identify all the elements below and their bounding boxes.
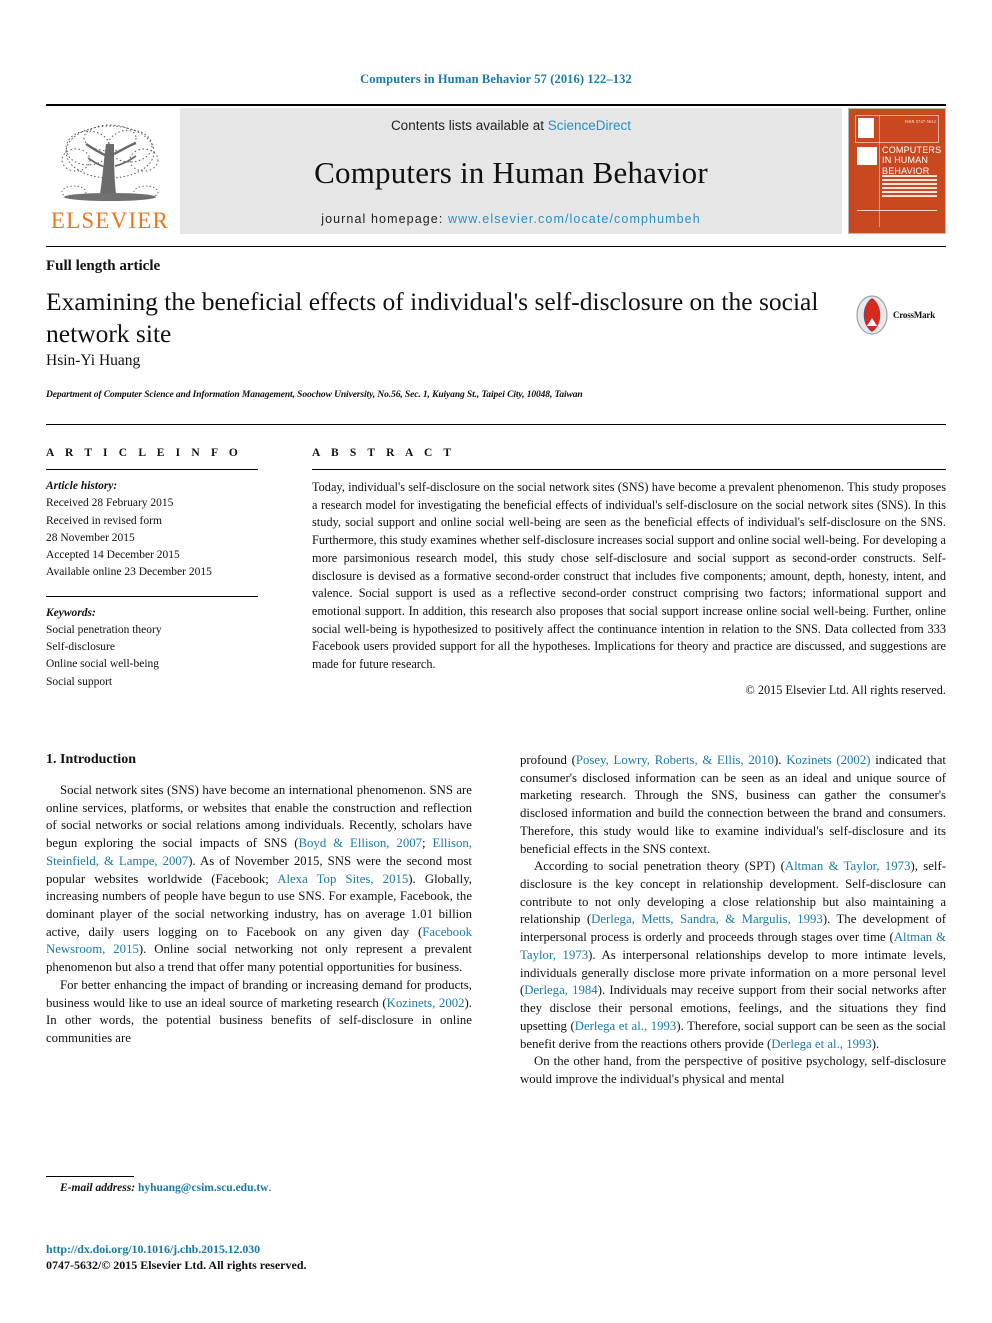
doi-link[interactable]: http://dx.doi.org/10.1016/j.chb.2015.12.… <box>46 1242 546 1257</box>
divider-above-article-type <box>46 246 946 247</box>
article-info-abstract-block: A R T I C L E I N F O Article history: R… <box>46 424 946 698</box>
email-label: E-mail address: <box>60 1182 136 1194</box>
section-heading-introduction: 1. Introduction <box>46 752 136 767</box>
citation-link[interactable]: Kozinets, 2002 <box>387 996 465 1010</box>
article-type: Full length article <box>46 258 161 274</box>
paragraph: For better enhancing the impact of brand… <box>46 977 472 1046</box>
left-column: 1. Introduction Social network sites (SN… <box>46 752 472 1089</box>
author-list: Hsin-Yi Huang <box>46 352 141 369</box>
cover-elsevier-mark <box>858 118 874 138</box>
issn-copyright-line: 0747-5632/© 2015 Elsevier Ltd. All right… <box>46 1258 307 1272</box>
email-footnote: E-mail address: hyhuang@csim.scu.edu.tw. <box>60 1182 272 1194</box>
footnote-rule <box>46 1176 134 1177</box>
abstract-heading: A B S T R A C T <box>312 447 456 459</box>
paragraph: According to social penetration theory (… <box>520 859 947 1051</box>
cover-title: COMPUTERS IN HUMAN BEHAVIOR <box>882 145 942 176</box>
journal-band: Contents lists available at ScienceDirec… <box>180 108 842 234</box>
crossmark-icon <box>856 295 888 335</box>
journal-title: Computers in Human Behavior <box>314 154 708 190</box>
cover-text-lines <box>882 175 937 199</box>
journal-homepage-link[interactable]: www.elsevier.com/locate/comphumbeh <box>448 212 701 226</box>
journal-masthead: ELSEVIER Contents lists available at Sci… <box>46 104 946 234</box>
cover-issn: ISSN 0747-5632 <box>904 119 936 124</box>
paper-page: Computers in Human Behavior 57 (2016) 12… <box>0 0 992 1323</box>
homepage-prefix: journal homepage: <box>321 212 449 226</box>
journal-cover-thumbnail: ISSN 0747-5632 COMPUTERS IN HUMAN BEHAVI… <box>848 108 946 234</box>
citation-link[interactable]: Posey, Lowry, Roberts, & Ellis, 2010 <box>576 753 774 767</box>
keyword-item: Online social well-being <box>46 658 160 671</box>
article-history-label: Article history: <box>46 480 118 492</box>
history-item: Accepted 14 December 2015 <box>46 549 180 561</box>
article-info-column: A R T I C L E I N F O Article history: R… <box>46 425 268 698</box>
paragraph: On the other hand, from the perspective … <box>520 1054 946 1086</box>
abstract-text: Today, individual's self-disclosure on t… <box>312 480 946 672</box>
crossmark-badge[interactable]: CrossMark <box>855 292 947 338</box>
paragraph: Social network sites (SNS) have become a… <box>46 783 472 975</box>
email-link[interactable]: hyhuang@csim.scu.edu.tw <box>138 1182 269 1194</box>
history-item: Received in revised form <box>46 514 162 527</box>
contents-available-line: Contents lists available at ScienceDirec… <box>391 118 631 133</box>
page-title: Examining the beneficial effects of indi… <box>46 287 819 348</box>
keyword-item: Social penetration theory <box>46 623 162 636</box>
contents-prefix: Contents lists available at <box>390 118 548 133</box>
article-info-heading: A R T I C L E I N F O <box>46 447 242 459</box>
elsevier-wordmark: ELSEVIER <box>50 208 170 233</box>
journal-homepage-line: journal homepage: www.elsevier.com/locat… <box>321 212 701 226</box>
author-affiliation: Department of Computer Science and Infor… <box>46 390 583 400</box>
citation-link[interactable]: Derlega et al., 1993 <box>575 1019 677 1033</box>
body-columns: 1. Introduction Social network sites (SN… <box>46 752 946 1089</box>
citation-link[interactable]: Alexa Top Sites, 2015 <box>277 872 408 886</box>
cover-icon <box>857 147 877 165</box>
citation-link[interactable]: Boyd & Ellison, 2007 <box>299 836 423 850</box>
elsevier-logo: ELSEVIER <box>46 108 174 234</box>
keyword-item: Self-disclosure <box>46 641 115 653</box>
paragraph: profound (Posey, Lowry, Roberts, & Ellis… <box>520 753 946 856</box>
doi-block: http://dx.doi.org/10.1016/j.chb.2015.12.… <box>46 1242 546 1273</box>
history-item: Received 28 February 2015 <box>46 497 174 510</box>
keywords-label: Keywords: <box>46 606 96 619</box>
history-item: Available online 23 December 2015 <box>46 566 212 579</box>
crossmark-label: CrossMark <box>893 310 936 320</box>
citation-link[interactable]: Derlega, 1984 <box>524 983 597 997</box>
citation-link[interactable]: Kozinets (2002) <box>786 753 870 767</box>
abstract-column: A B S T R A C T Today, individual's self… <box>268 425 946 698</box>
right-column: profound (Posey, Lowry, Roberts, & Ellis… <box>520 752 946 1089</box>
running-head: Computers in Human Behavior 57 (2016) 12… <box>360 72 632 86</box>
citation-link[interactable]: Derlega et al., 1993 <box>771 1037 872 1051</box>
abstract-copyright: © 2015 Elsevier Ltd. All rights reserved… <box>745 682 946 697</box>
keyword-item: Social support <box>46 675 113 688</box>
elsevier-tree-icon <box>61 124 159 201</box>
citation-link[interactable]: Derlega, Metts, Sandra, & Margulis, 1993 <box>591 912 823 926</box>
history-item: 28 November 2015 <box>46 531 135 544</box>
sciencedirect-link[interactable]: ScienceDirect <box>548 118 631 133</box>
footnote-block: E-mail address: hyhuang@csim.scu.edu.tw. <box>46 1176 472 1194</box>
citation-link[interactable]: Altman & Taylor, 1973 <box>785 859 911 873</box>
